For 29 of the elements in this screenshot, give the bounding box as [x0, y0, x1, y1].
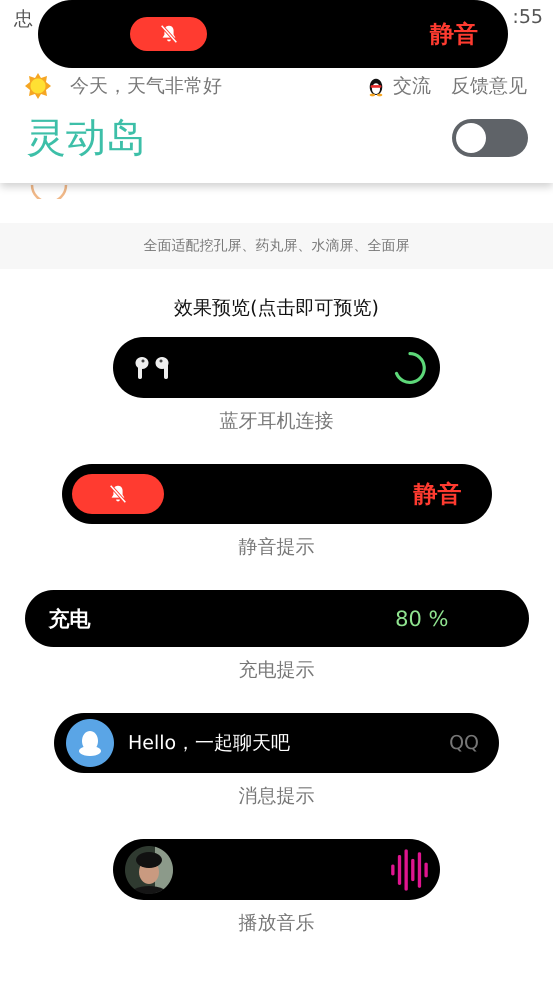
preview-heading: 效果预览(点击即可预览): [173, 296, 380, 321]
mute-island[interactable]: 静音: [62, 464, 492, 524]
preview-label: 充电提示: [238, 658, 314, 683]
weather-text: 今天，天气非常好: [70, 74, 223, 99]
status-text: 忠: [14, 7, 33, 32]
preview-label: 蓝牙耳机连接: [220, 409, 334, 434]
app-name: QQ: [449, 732, 479, 754]
mute-text: 静音: [430, 19, 478, 50]
loading-spinner-icon: [392, 350, 428, 386]
charging-text: 充电: [48, 606, 90, 632]
preview-label: 播放音乐: [238, 911, 314, 936]
preview-label: 消息提示: [238, 784, 314, 809]
charging-island[interactable]: 充电 80 %: [24, 590, 528, 647]
sound-wave-icon: [390, 848, 428, 890]
app-title: 灵动岛: [26, 114, 146, 163]
battery-percent: 80 %: [395, 606, 448, 630]
mute-text: 静音: [414, 479, 462, 510]
message-island[interactable]: Hello，一起聊天吧 QQ: [54, 713, 499, 773]
link[interactable]: 反馈意见: [451, 73, 527, 99]
penguin-avatar-icon: [66, 719, 114, 767]
sun-icon: [24, 72, 52, 100]
ring-icon: [29, 183, 69, 199]
clock: :55: [512, 6, 543, 30]
dynamic-island[interactable]: 静音: [38, 0, 508, 68]
preview-label: 静音提示: [238, 535, 314, 560]
message-text: Hello，一起聊天吧: [128, 731, 292, 756]
notice-text: 全面适配挖孔屏、药丸屏、水滴屏、全面屏: [144, 237, 410, 255]
toggle-switch[interactable]: [452, 118, 528, 156]
link[interactable]: 交流: [393, 73, 431, 99]
